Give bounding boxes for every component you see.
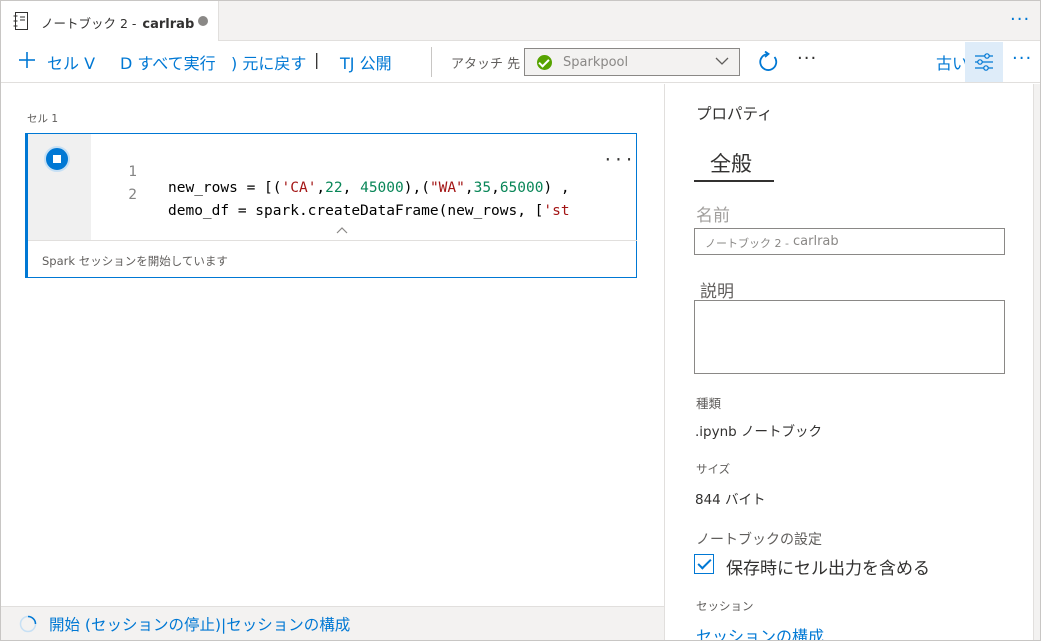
name-field-prefix: ノートブック 2 - [705,237,789,250]
line-number: 3 [125,209,137,210]
toolbar: セル V D すべて実行 ) 元に戻す | TJ 公開 アタッチ 先 Spark… [1,41,1040,83]
add-cell-button[interactable]: セル V [47,50,95,74]
size-value: 844 バイト [695,492,766,508]
properties-panel: プロパティ 全般 名前 ノートブック 2 - carlrab 説明 種類 .ip… [664,84,1033,640]
include-output-label[interactable]: 保存時にセル出力を含める [726,554,930,579]
tab-title-name: carlrab [142,17,195,32]
undo-separator: | [314,50,320,69]
refresh-icon[interactable] [757,51,779,73]
session-label: セッション [696,599,754,613]
tab-title: ノートブック 2 - carlrab [41,13,194,32]
properties-title: プロパティ [696,105,773,123]
undo-button[interactable]: ) 元に戻す [231,50,306,74]
code-line: 1 new_rows = [('CA',22, 45000),("WA",35,… [91,148,569,196]
code-cell[interactable]: 1 new_rows = [('CA',22, 45000),("WA",35,… [25,133,637,278]
cell-gutter [28,134,91,240]
description-label: 説明 [700,282,734,302]
code-line: 2 demo_df = spark.createDataFrame(new_ro… [91,171,569,219]
old-version-button[interactable]: 古い [936,50,968,74]
tab-notebook[interactable]: ノートブック 2 - carlrab [1,1,219,41]
chevron-down-icon [715,57,729,65]
size-label: サイズ [696,462,731,476]
notebook-settings-label: ノートブックの設定 [696,532,822,548]
spark-pool-select[interactable]: Sparkpool [524,48,740,76]
check-circle-icon [537,55,552,70]
chevron-up-icon[interactable] [336,226,348,234]
unsaved-dot-icon[interactable] [198,16,208,26]
toolbar-divider [431,47,432,77]
spark-pool-value: Sparkpool [563,55,629,70]
cell-status-text: Spark セッションを開始しています [42,254,228,268]
properties-scrollbar[interactable] [1033,84,1040,640]
code-text: demo_df = spark.createDataFrame(new_rows… [168,203,570,219]
cell-output: Spark セッションを開始しています [28,240,637,277]
code-text: new_rows = [('CA',22, 45000),("WA",35,65… [168,180,570,196]
notebook-canvas: セル 1 1 new_rows = [('CA',22, 45000),("WA… [1,84,664,606]
type-value: .ipynb ノートブック [695,424,823,440]
code-editor[interactable]: 1 new_rows = [('CA',22, 45000),("WA",35,… [91,134,637,240]
properties-toggle-button[interactable] [965,42,1003,82]
session-configure-link[interactable]: セッションの構成 [696,623,824,640]
description-field[interactable] [694,300,1005,374]
notebook-window: ノートブック 2 - carlrab ··· セル V D すべて実行 ) 元に戻… [0,0,1041,641]
checkbox-icon[interactable] [694,554,714,574]
name-label: 名前 [696,206,730,226]
session-status-link[interactable]: 開始 (セッションの停止)|セッションの構成 [49,613,350,635]
spinner-icon [19,615,37,633]
tab-general[interactable]: 全般 [710,148,752,178]
properties-icon [975,53,993,71]
tab-general-underline [694,180,774,182]
plus-icon[interactable] [17,50,37,70]
tab-title-prefix: ノートブック 2 - [41,16,137,31]
code-line: 3 demo_df.show() [91,193,178,210]
name-field-value: carlrab [793,234,839,249]
name-field[interactable]: ノートブック 2 - carlrab [694,228,1005,255]
notebook-icon [13,12,28,30]
cell-label: セル 1 [27,113,59,125]
type-label: 種類 [696,396,722,411]
stop-icon[interactable] [44,146,70,172]
publish-button[interactable]: TJ 公開 [340,50,392,74]
code-more-button[interactable]: ··· [603,150,635,169]
run-all-button[interactable]: D すべて実行 [120,50,216,74]
tab-more-button[interactable]: ··· [1010,9,1030,30]
toolbar-more-right-button[interactable]: ··· [1012,48,1032,69]
status-bar: 開始 (セッションの停止)|セッションの構成 [1,606,664,640]
toolbar-more-button[interactable]: ··· [797,48,817,69]
attach-label: アタッチ 先 [451,57,521,72]
tab-strip: ノートブック 2 - carlrab ··· [1,1,1040,41]
